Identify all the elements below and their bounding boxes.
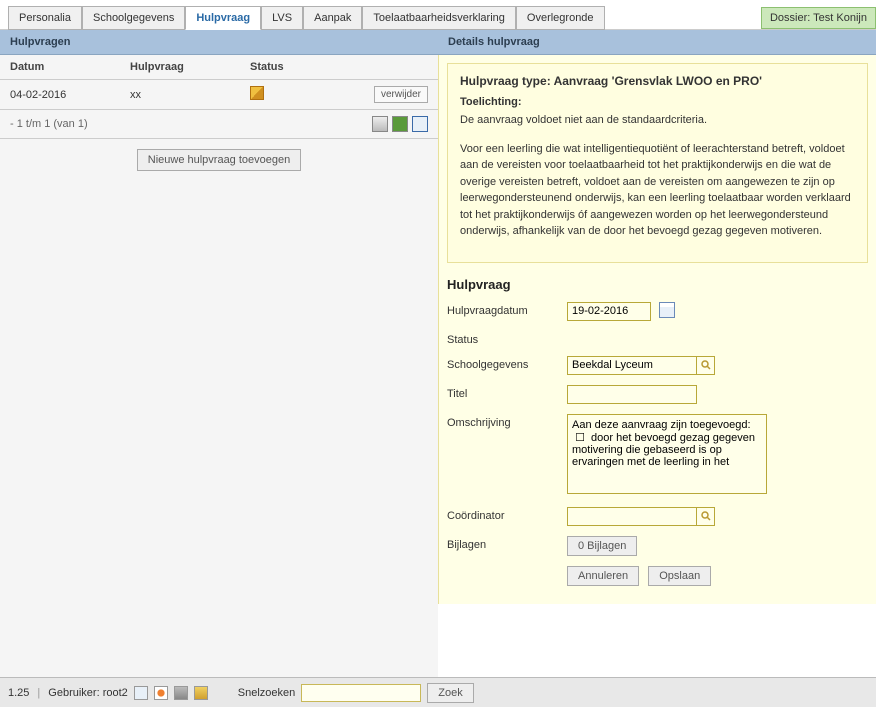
label-schoolgegevens: Schoolgegevens xyxy=(447,356,567,371)
tab-overlegronde[interactable]: Overlegronde xyxy=(516,6,605,30)
lookup-icon[interactable] xyxy=(697,356,715,375)
info-box: Hulpvraag type: Aanvraag 'Grensvlak LWOO… xyxy=(447,63,868,263)
user-label: Gebruiker: root2 xyxy=(48,687,127,699)
verwijder-button[interactable]: verwijder xyxy=(374,86,428,103)
info-title: Hulpvraag type: Aanvraag 'Grensvlak LWOO… xyxy=(460,74,855,88)
pager-row: - 1 t/m 1 (van 1) xyxy=(0,110,438,139)
flag-icon[interactable] xyxy=(134,686,148,700)
key-icon[interactable] xyxy=(194,686,208,700)
input-schoolgegevens[interactable] xyxy=(567,356,697,375)
info-para2: Voor een leerling die wat intelligentieq… xyxy=(460,141,855,240)
new-button-row: Nieuwe hulpvraag toevoegen xyxy=(0,139,438,181)
col-header-datum: Datum xyxy=(10,61,130,73)
print-icon[interactable] xyxy=(372,116,388,132)
excel-icon[interactable] xyxy=(392,116,408,132)
cell-status xyxy=(250,86,350,103)
label-omschrijving: Omschrijving xyxy=(447,414,567,429)
opslaan-button[interactable]: Opslaan xyxy=(648,566,711,586)
input-hulpvraagdatum[interactable] xyxy=(567,302,651,321)
quicksearch-label: Snelzoeken xyxy=(238,687,296,699)
lookup-icon[interactable] xyxy=(697,507,715,526)
tab-personalia[interactable]: Personalia xyxy=(8,6,82,30)
label-titel: Titel xyxy=(447,385,567,400)
label-bijlagen: Bijlagen xyxy=(447,536,567,551)
label-status: Status xyxy=(447,331,567,346)
input-coordinator[interactable] xyxy=(567,507,697,526)
cell-actions: verwijder xyxy=(350,86,428,103)
tab-lvs[interactable]: LVS xyxy=(261,6,303,30)
tabs: Personalia Schoolgegevens Hulpvraag LVS … xyxy=(8,6,605,29)
left-panel-header: Hulpvragen xyxy=(0,30,438,55)
label-hulpvraagdatum: Hulpvraagdatum xyxy=(447,302,567,317)
label-coordinator: Coördinator xyxy=(447,507,567,522)
cell-hulpvraag: xx xyxy=(130,89,250,101)
bottom-bar: 1.25 | Gebruiker: root2 Snelzoeken Zoek xyxy=(0,677,876,707)
table-row[interactable]: 04-02-2016 xx verwijder xyxy=(0,80,438,110)
cell-datum: 04-02-2016 xyxy=(10,89,130,101)
form-row-schoolgegevens: Schoolgegevens xyxy=(447,356,868,375)
db-icon[interactable] xyxy=(174,686,188,700)
new-hulpvraag-button[interactable]: Nieuwe hulpvraag toevoegen xyxy=(137,149,302,171)
top-bar: Personalia Schoolgegevens Hulpvraag LVS … xyxy=(0,0,876,30)
bijlagen-button[interactable]: 0 Bijlagen xyxy=(567,536,637,556)
right-panel: Details hulpvraag Hulpvraag type: Aanvra… xyxy=(438,30,876,677)
button-row: Annuleren Opslaan xyxy=(447,566,868,596)
details-body: Hulpvraag type: Aanvraag 'Grensvlak LWOO… xyxy=(438,55,876,604)
search-button[interactable]: Zoek xyxy=(427,683,473,703)
calendar-icon[interactable] xyxy=(659,302,675,318)
columns-icon[interactable] xyxy=(412,116,428,132)
table-header: Datum Hulpvraag Status xyxy=(0,55,438,80)
dossier-badge: Dossier: Test Konijn xyxy=(761,7,876,29)
form-row-coordinator: Coördinator xyxy=(447,507,868,526)
edit-icon[interactable] xyxy=(250,86,264,100)
refresh-icon[interactable] xyxy=(154,686,168,700)
tab-aanpak[interactable]: Aanpak xyxy=(303,6,362,30)
section-title: Hulpvraag xyxy=(447,277,868,292)
input-titel[interactable] xyxy=(567,385,697,404)
col-header-hulpvraag: Hulpvraag xyxy=(130,61,250,73)
col-header-status: Status xyxy=(250,61,350,73)
info-sublabel: Toelichting: xyxy=(460,96,855,108)
tab-hulpvraag[interactable]: Hulpvraag xyxy=(185,6,261,30)
form-row-omschrijving: Omschrijving xyxy=(447,414,868,497)
left-panel: Hulpvragen Datum Hulpvraag Status 04-02-… xyxy=(0,30,438,677)
main: Hulpvragen Datum Hulpvraag Status 04-02-… xyxy=(0,30,876,677)
quicksearch-input[interactable] xyxy=(301,684,421,702)
right-panel-header: Details hulpvraag xyxy=(438,30,876,55)
tab-schoolgegevens[interactable]: Schoolgegevens xyxy=(82,6,185,30)
textarea-omschrijving[interactable] xyxy=(567,414,767,494)
form-row-titel: Titel xyxy=(447,385,868,404)
form-row-hulpvraagdatum: Hulpvraagdatum xyxy=(447,302,868,321)
form-row-status: Status xyxy=(447,331,868,346)
tab-toelaatbaarheidsverklaring[interactable]: Toelaatbaarheidsverklaring xyxy=(362,6,515,30)
annuleren-button[interactable]: Annuleren xyxy=(567,566,639,586)
form-row-bijlagen: Bijlagen 0 Bijlagen xyxy=(447,536,868,556)
pager-text: - 1 t/m 1 (van 1) xyxy=(10,118,368,130)
version-label: 1.25 xyxy=(8,687,29,699)
info-para1: De aanvraag voldoet niet aan de standaar… xyxy=(460,112,855,129)
